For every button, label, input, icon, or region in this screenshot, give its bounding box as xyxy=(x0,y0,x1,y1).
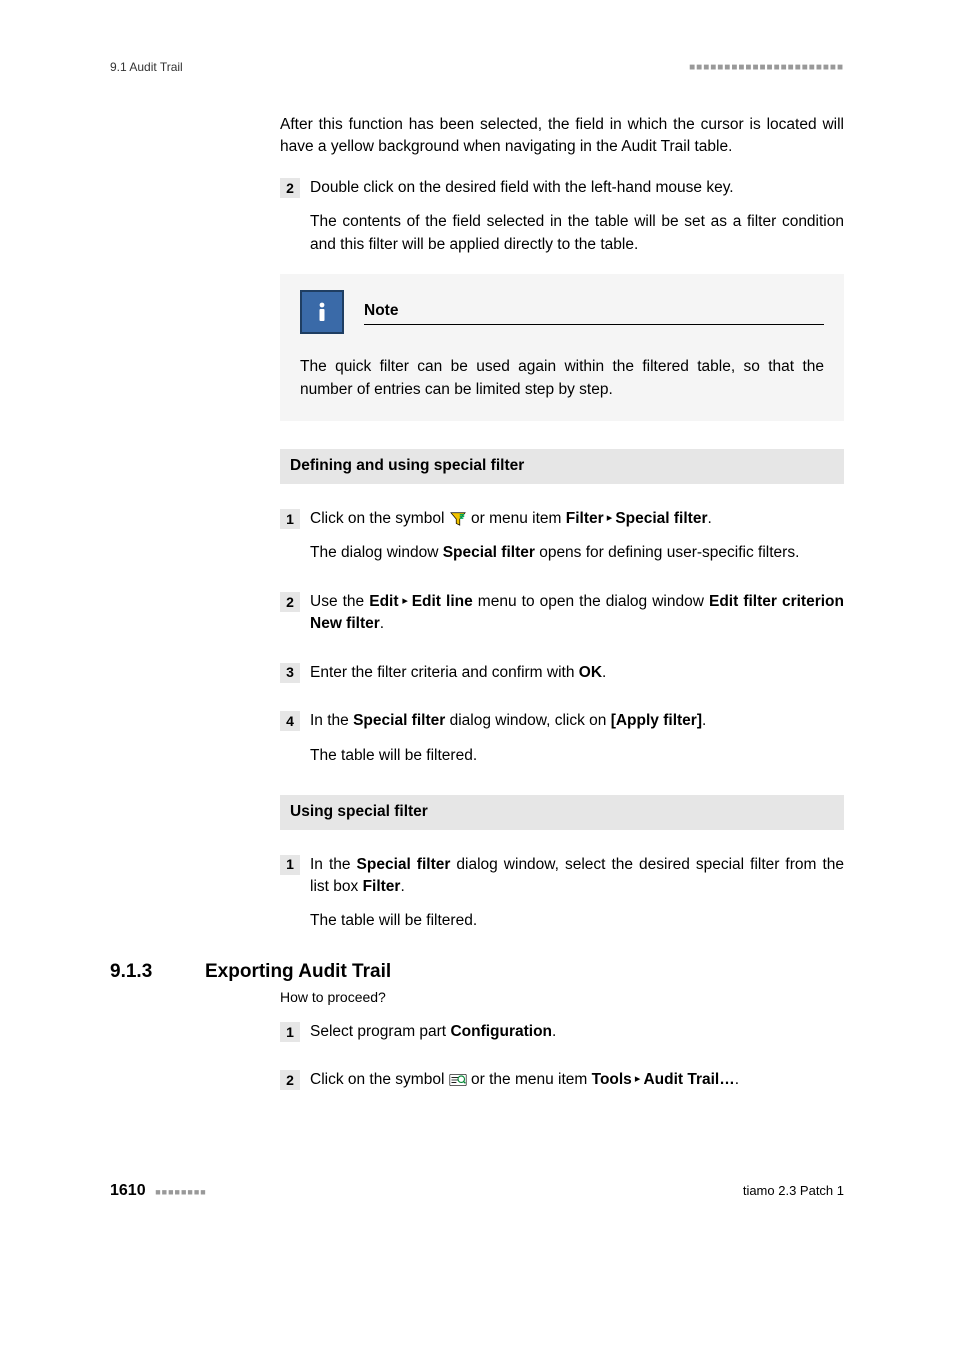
section-heading: Defining and using special filter xyxy=(280,449,844,483)
steps-define: 1 Click on the symbol or menu item Filte… xyxy=(280,508,844,767)
footer-left: 1610 ■■■■■■■■ xyxy=(110,1182,207,1200)
step-number: 2 xyxy=(280,592,300,612)
steps-group: 1 Select program part Configuration. 2 C… xyxy=(280,1021,844,1092)
section-title: Exporting Audit Trail xyxy=(205,961,391,983)
step-number: 2 xyxy=(280,178,300,198)
step-row: 2 Double click on the desired field with… xyxy=(280,177,844,256)
funnel-icon xyxy=(449,511,467,527)
step-text: The contents of the field selected in th… xyxy=(310,211,844,256)
info-icon xyxy=(300,290,344,334)
step-number: 1 xyxy=(280,855,300,875)
step-body: In the Special filter dialog window, sel… xyxy=(310,854,844,933)
step-row: 2 Click on the symbol or the menu item T… xyxy=(280,1069,844,1091)
note-title: Note xyxy=(364,300,824,325)
step-text: Double click on the desired field with t… xyxy=(310,177,844,199)
step-body: In the Special filter dialog window, cli… xyxy=(310,710,844,767)
step-text: Select program part Configuration. xyxy=(310,1021,844,1043)
step-text: Click on the symbol or the menu item Too… xyxy=(310,1069,844,1091)
note-box: Note The quick filter can be used again … xyxy=(280,274,844,421)
page: 9.1 Audit Trail ■■■■■■■■■■■■■■■■■■■■■■ A… xyxy=(0,0,954,1260)
step-number: 3 xyxy=(280,663,300,683)
steps-export: 1 Select program part Configuration. 2 C… xyxy=(280,1021,844,1092)
step-row: 3 Enter the filter criteria and confirm … xyxy=(280,662,844,684)
step-body: Double click on the desired field with t… xyxy=(310,177,844,256)
step-body: Enter the filter criteria and confirm wi… xyxy=(310,662,844,684)
step-text: The table will be filtered. xyxy=(310,745,844,767)
step-text: Enter the filter criteria and confirm wi… xyxy=(310,662,844,684)
page-number: 1610 xyxy=(110,1182,146,1199)
step-number: 1 xyxy=(280,1022,300,1042)
step-body: Click on the symbol or the menu item Too… xyxy=(310,1069,844,1091)
step-text: Use the Edit ▸ Edit line menu to open th… xyxy=(310,591,844,636)
step-text: The table will be filtered. xyxy=(310,910,844,932)
step-text: In the Special filter dialog window, sel… xyxy=(310,854,844,899)
steps-use: 1 In the Special filter dialog window, s… xyxy=(280,854,844,933)
step-number: 1 xyxy=(280,509,300,529)
step-text: In the Special filter dialog window, cli… xyxy=(310,710,844,732)
header-ornament: ■■■■■■■■■■■■■■■■■■■■■■ xyxy=(689,62,844,73)
step-row: 1 Select program part Configuration. xyxy=(280,1021,844,1043)
step-row: 1 Click on the symbol or menu item Filte… xyxy=(280,508,844,565)
step-text: Click on the symbol or menu item Filter … xyxy=(310,508,844,530)
step-number: 4 xyxy=(280,711,300,731)
step-number: 2 xyxy=(280,1070,300,1090)
note-body: The quick filter can be used again withi… xyxy=(300,356,824,401)
step-text: The dialog window Special filter opens f… xyxy=(310,542,844,564)
footer-ornament: ■■■■■■■■ xyxy=(155,1187,207,1197)
page-footer: 1610 ■■■■■■■■ tiamo 2.3 Patch 1 xyxy=(110,1182,844,1200)
section-number: 9.1.3 xyxy=(110,961,205,983)
step-row: 2 Use the Edit ▸ Edit line menu to open … xyxy=(280,591,844,636)
footer-right: tiamo 2.3 Patch 1 xyxy=(743,1183,844,1198)
step-row: 1 In the Special filter dialog window, s… xyxy=(280,854,844,933)
page-header: 9.1 Audit Trail ■■■■■■■■■■■■■■■■■■■■■■ xyxy=(110,60,844,74)
section-define: Defining and using special filter 1 Clic… xyxy=(280,449,844,933)
section-heading: Using special filter xyxy=(280,795,844,829)
step-body: Use the Edit ▸ Edit line menu to open th… xyxy=(310,591,844,636)
audit-trail-icon xyxy=(449,1072,467,1088)
intro-paragraph: After this function has been selected, t… xyxy=(280,114,844,159)
header-left: 9.1 Audit Trail xyxy=(110,60,183,74)
step-body: Click on the symbol or menu item Filter … xyxy=(310,508,844,565)
step-body: Select program part Configuration. xyxy=(310,1021,844,1043)
note-block: Note The quick filter can be used again … xyxy=(280,274,844,421)
note-head: Note xyxy=(300,290,824,334)
quick-filter-step2: 2 Double click on the desired field with… xyxy=(280,177,844,256)
intro-paragraph-block: After this function has been selected, t… xyxy=(280,114,844,159)
proceed-label: How to proceed? xyxy=(280,989,844,1005)
step-row: 4 In the Special filter dialog window, c… xyxy=(280,710,844,767)
h2-export: 9.1.3 Exporting Audit Trail xyxy=(110,961,844,983)
